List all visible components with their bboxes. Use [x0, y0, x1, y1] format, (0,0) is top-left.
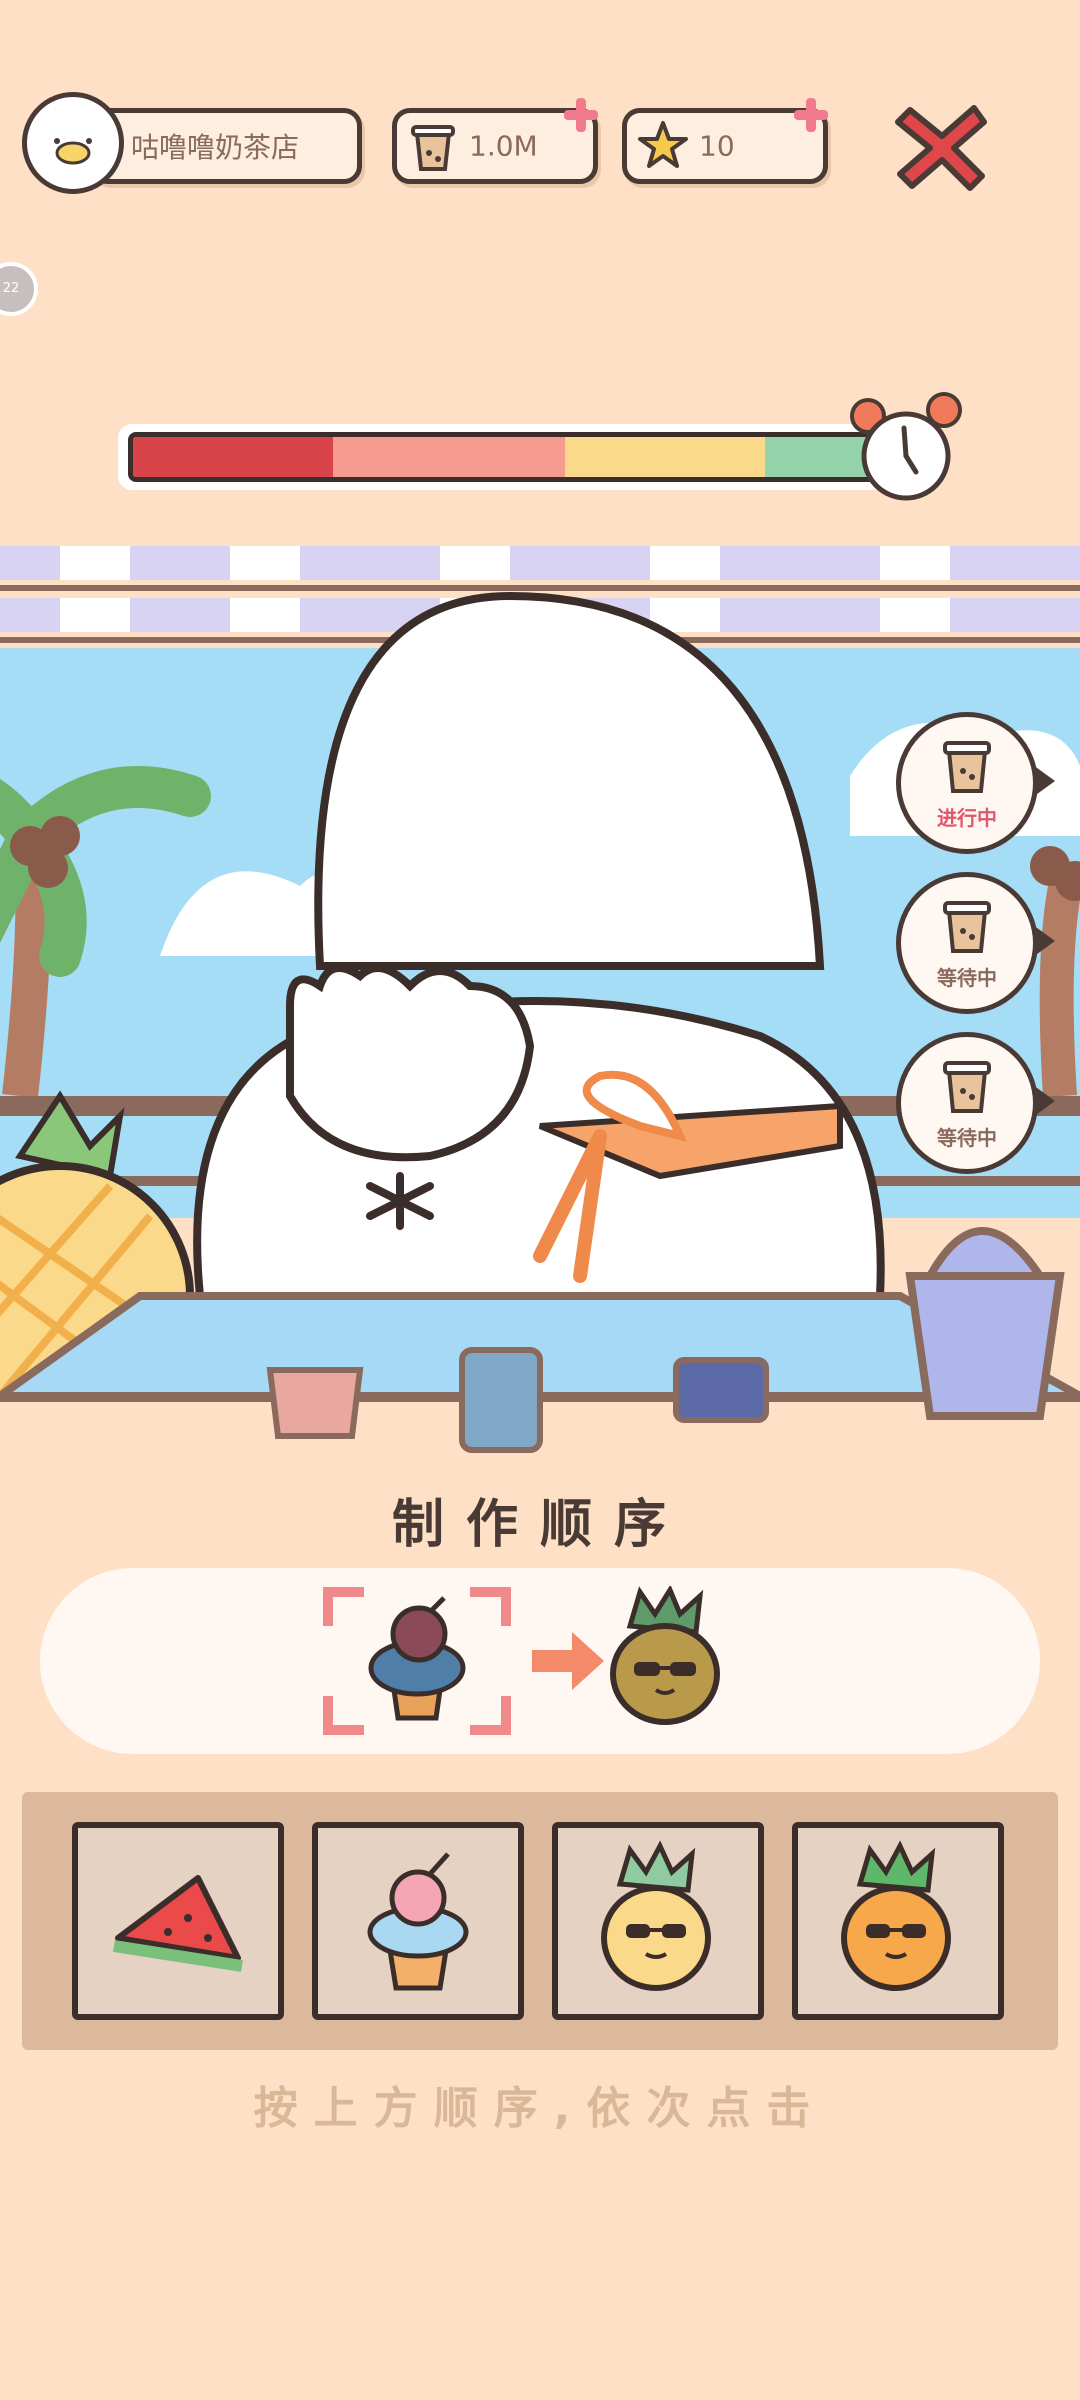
scene-illustration: [0, 536, 1080, 1456]
pineapple-icon: [610, 1584, 720, 1725]
pineapple-icon: [601, 1840, 711, 1991]
alarm-clock-icon: [846, 388, 966, 508]
timer-segment-3: [565, 437, 765, 477]
ingredient-pineapple-2[interactable]: [792, 1822, 1004, 2020]
shop-name-panel[interactable]: 咕噜噜奶茶店: [90, 108, 362, 184]
duck-icon: [54, 138, 92, 165]
add-cups-button[interactable]: [564, 98, 598, 132]
shop-name: 咕噜噜奶茶店: [131, 131, 300, 164]
order-bubble-3[interactable]: 等待中: [896, 1032, 1055, 1174]
side-badge-value: 22: [2, 281, 20, 296]
player-avatar[interactable]: [22, 92, 124, 194]
stars-value: 10: [699, 129, 735, 163]
icecream-icon: [367, 1852, 469, 1991]
watermelon-icon: [113, 1875, 243, 1972]
ingredient-watermelon[interactable]: [72, 1822, 284, 2020]
order-bubble-1[interactable]: 进行中: [896, 712, 1055, 854]
instruction-text: 按上方顺序,依次点击: [253, 2083, 827, 2134]
sequence-panel: [40, 1568, 1040, 1754]
order-status-2: 等待中: [937, 966, 997, 990]
sequence-step-1: [322, 1586, 512, 1736]
icecream-icon: [368, 1596, 466, 1721]
timer-segment-2: [333, 437, 565, 477]
sequence-title: 制作顺序: [391, 1495, 688, 1555]
timer-bar: [118, 424, 888, 490]
side-badge[interactable]: 22: [0, 262, 38, 316]
close-icon: [895, 105, 987, 191]
order-status-3: 等待中: [937, 1126, 997, 1150]
close-button[interactable]: [888, 92, 996, 200]
ingredient-tray: [22, 1792, 1058, 2050]
milk-tea-icon: [943, 741, 991, 793]
sequence-step-2: [600, 1584, 750, 1736]
cups-value: 1.0M: [469, 129, 538, 163]
order-bubble-2[interactable]: 等待中: [896, 872, 1055, 1014]
pineapple-icon: [841, 1840, 951, 1991]
ingredient-pineapple-1[interactable]: [552, 1822, 764, 2020]
shop-scene: [0, 536, 1080, 1456]
arrow-right-icon: [532, 1632, 604, 1690]
add-stars-button[interactable]: [794, 98, 828, 132]
ingredient-icecream[interactable]: [312, 1822, 524, 2020]
order-status-1: 进行中: [937, 806, 997, 830]
star-icon: [638, 121, 688, 168]
milk-tea-icon: [943, 901, 991, 953]
milk-tea-icon: [943, 1061, 991, 1113]
timer-segment-1: [133, 437, 333, 477]
milk-tea-icon: [411, 125, 455, 171]
